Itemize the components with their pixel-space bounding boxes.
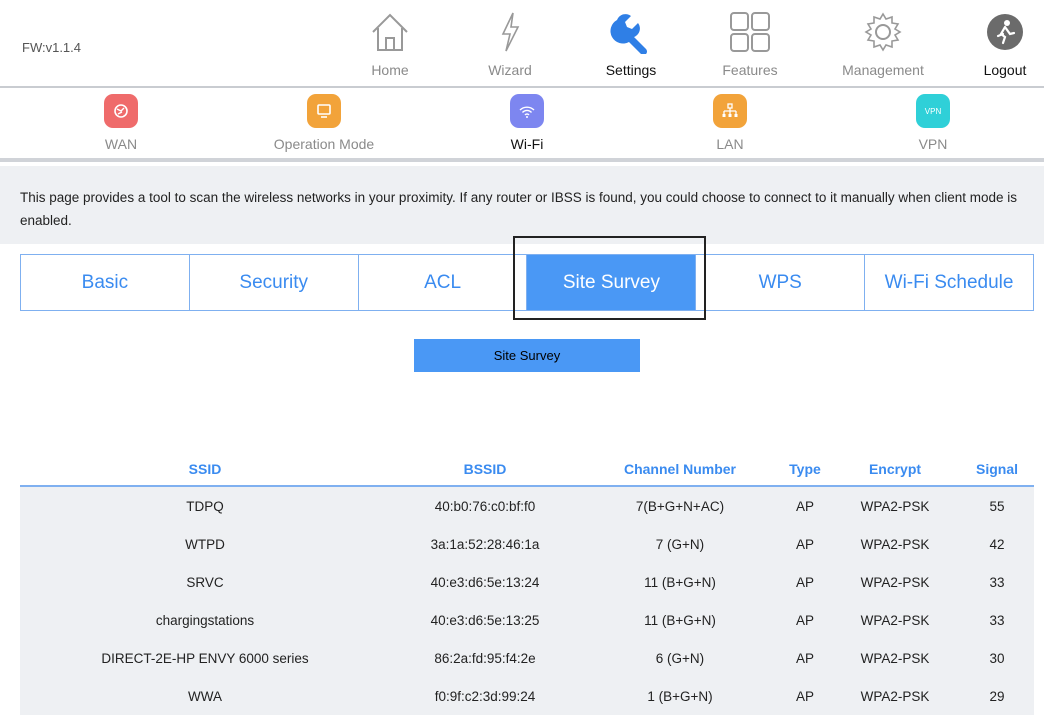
sub-nav: WAN Operation Mode Wi-Fi LAN VPN VPN [0,90,1044,162]
type-cell: AP [795,574,814,590]
bssid-cell: 3a:1a:52:28:46:1a [430,536,540,552]
signal-cell: 42 [989,536,1005,552]
tab-wps[interactable]: WPS [696,255,866,310]
wizard-icon [460,8,560,56]
vpn-icon: VPN [916,94,950,128]
tab-basic[interactable]: Basic [21,255,190,310]
table-header: SSID BSSID Channel Number Type Encrypt S… [20,452,1034,487]
channel-cell: 11 (B+G+N) [644,612,716,628]
table-row[interactable]: DIRECT-2E-HP ENVY 6000 series 86:2a:fd:95… [20,639,1034,677]
logout-icon [955,8,1044,56]
bssid-cell: 40:b0:76:c0:bf:f0 [434,498,536,514]
nav-management[interactable]: Management [833,8,933,78]
table-row[interactable]: WWA f0:9f:c2:3d:99:24 1 (B+G+N) AP WPA2-PSK 2… [20,677,1034,715]
wan-icon [104,94,138,128]
channel-cell: 7 (G+N) [655,536,705,552]
ssid-cell: DIRECT-2E-HP ENVY 6000 series [101,650,309,666]
encrypt-cell: WPA2-PSK [860,688,930,704]
focus-highlight [513,236,706,320]
nav-settings[interactable]: Settings [581,8,681,78]
type-cell: AP [795,498,814,514]
type-cell: AP [795,536,814,552]
ssid-cell: chargingstations [155,612,255,628]
nav-logout-label: Logout [983,62,1027,78]
col-type: Type [789,460,821,477]
type-cell: AP [795,650,814,666]
encrypt-cell: WPA2-PSK [860,612,930,628]
subnav-vpn[interactable]: VPN VPN [863,94,1003,152]
nav-features[interactable]: Features [700,8,800,78]
encrypt-cell: WPA2-PSK [860,498,930,514]
subnav-wifi-label: Wi-Fi [510,136,544,152]
site-survey-button[interactable]: Site Survey [414,339,640,372]
top-header: FW:v1.1.4 Home Wizard Settings Features [0,0,1044,88]
survey-table: SSID BSSID Channel Number Type Encrypt S… [20,452,1034,715]
gear-icon [833,8,933,56]
encrypt-cell: WPA2-PSK [860,574,930,590]
grid-icon [700,8,800,56]
table-body: TDPQ 40:b0:76:c0:bf:f0 7(B+G+N+AC) AP WPA2-P… [20,487,1034,715]
bssid-cell: f0:9f:c2:3d:99:24 [434,688,536,704]
tab-security[interactable]: Security [189,255,359,310]
col-bssid: BSSID [463,460,507,477]
subnav-vpn-label: VPN [918,136,948,152]
table-row[interactable]: WTPD 3a:1a:52:28:46:1a 7 (G+N) AP WPA2-PSK 42 [20,525,1034,563]
table-row[interactable]: TDPQ 40:b0:76:c0:bf:f0 7(B+G+N+AC) AP WPA2-P… [20,487,1034,525]
nav-logout[interactable]: Logout [955,8,1044,78]
signal-cell: 29 [989,688,1005,704]
nav-features-label: Features [722,62,778,78]
channel-cell: 6 (G+N) [655,650,705,666]
col-ssid: SSID [188,460,222,477]
ssid-cell: SRVC [186,574,224,590]
nav-settings-label: Settings [605,62,657,78]
home-icon [340,8,440,56]
subnav-lan-label: LAN [716,136,744,152]
subnav-wifi[interactable]: Wi-Fi [457,94,597,152]
nav-home[interactable]: Home [340,8,440,78]
signal-cell: 33 [989,574,1005,590]
vpn-badge-text: VPN [924,106,942,116]
table-row[interactable]: chargingstations 40:e3:d6:5e:13:25 11 (B+G… [20,601,1034,639]
table-row[interactable]: SRVC 40:e3:d6:5e:13:24 11 (B+G+N) AP WPA2-PS… [20,563,1034,601]
monitor-icon [307,94,341,128]
col-encrypt: Encrypt [868,460,922,477]
channel-cell: 7(B+G+N+AC) [635,498,725,514]
col-signal: Signal [975,460,1018,477]
signal-cell: 30 [989,650,1005,666]
nav-management-label: Management [842,62,924,78]
wrench-icon [581,8,681,56]
ssid-cell: TDPQ [186,498,224,514]
col-channel: Channel Number [623,460,736,477]
bssid-cell: 86:2a:fd:95:f4:2e [434,650,536,666]
signal-cell: 33 [989,612,1005,628]
channel-cell: 1 (B+G+N) [647,688,713,704]
subnav-wan-label: WAN [104,136,138,152]
nav-wizard-label: Wizard [488,62,532,78]
ssid-cell: WWA [188,688,222,704]
subnav-lan[interactable]: LAN [660,94,800,152]
bssid-cell: 40:e3:d6:5e:13:24 [430,574,540,590]
encrypt-cell: WPA2-PSK [860,650,930,666]
type-cell: AP [795,688,814,704]
subnav-wan[interactable]: WAN [51,94,191,152]
signal-cell: 55 [989,498,1005,514]
wifi-icon [510,94,544,128]
encrypt-cell: WPA2-PSK [860,536,930,552]
firmware-version: FW:v1.1.4 [22,40,82,55]
lan-icon [713,94,747,128]
subnav-operation-mode-label: Operation Mode [273,136,375,152]
nav-home-label: Home [371,62,409,78]
type-cell: AP [795,612,814,628]
page-description: This page provides a tool to scan the wi… [0,166,1044,244]
bssid-cell: 40:e3:d6:5e:13:25 [430,612,540,628]
tab-acl[interactable]: ACL [358,255,528,310]
subnav-operation-mode[interactable]: Operation Mode [254,94,394,152]
tab-wifi-schedule[interactable]: Wi-Fi Schedule [865,255,1033,310]
ssid-cell: WTPD [185,536,225,552]
channel-cell: 11 (B+G+N) [644,574,716,590]
nav-wizard[interactable]: Wizard [460,8,560,78]
